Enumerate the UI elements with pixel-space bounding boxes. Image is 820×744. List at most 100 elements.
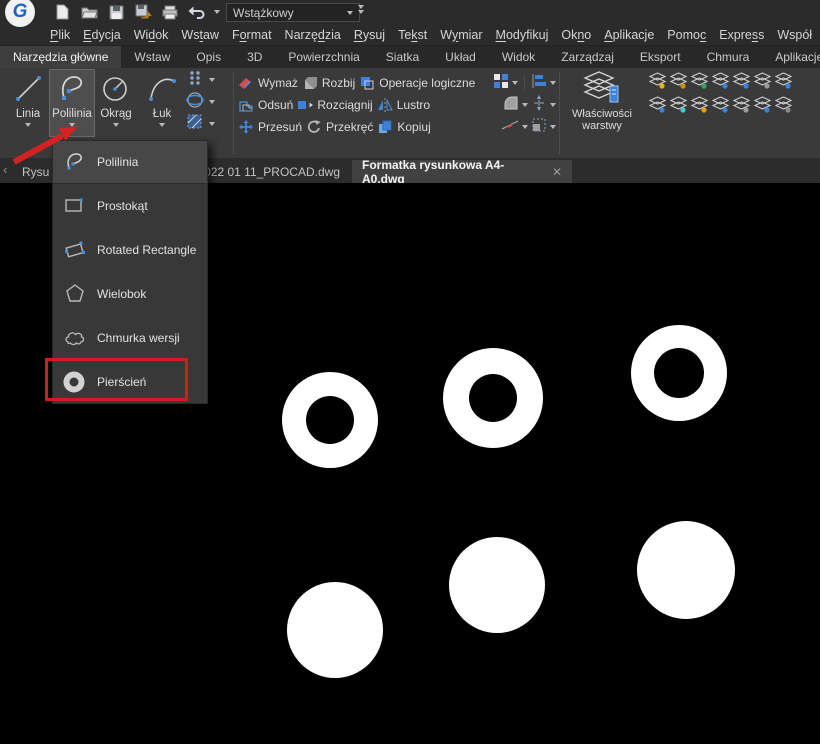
tab-scroll-left-icon[interactable]: ‹ [3, 162, 7, 177]
layer-tool-icon[interactable] [648, 71, 669, 95]
menu-plik[interactable]: Plik [50, 28, 70, 42]
ribbon-tab-narzędzia-główne[interactable]: Narzędzia główne [0, 46, 121, 68]
document-tab-active[interactable]: Formatka rysunkowa A4-A0.dwg ✕ [352, 160, 572, 183]
array-tool-icon[interactable] [493, 73, 509, 94]
open-file-icon[interactable] [79, 3, 99, 21]
circle-dropdown-icon[interactable] [113, 123, 119, 127]
menu-modyfikuj[interactable]: Modyfikuj [496, 28, 549, 42]
explode-button[interactable]: Rozbij [302, 75, 355, 91]
save-as-icon[interactable] [133, 3, 153, 21]
hatch-tool-dropdown-icon[interactable] [209, 122, 215, 126]
point-tool-icon[interactable] [186, 69, 204, 92]
toolbar-overflow-icon[interactable] [358, 5, 364, 14]
boolean-operations-button[interactable]: Operacje logiczne [359, 75, 475, 91]
ellipse-tool-icon[interactable] [186, 91, 204, 114]
circle-shape[interactable] [449, 537, 545, 633]
layer-tool-icon[interactable] [648, 95, 669, 119]
axis-dropdown-icon[interactable] [550, 103, 556, 107]
arc-dropdown-icon[interactable] [159, 123, 165, 127]
boolean-operations-icon [359, 75, 375, 91]
hatch-tool-icon[interactable] [186, 113, 204, 136]
mirror-button[interactable]: Lustro [377, 97, 430, 113]
break-dropdown-icon[interactable] [522, 125, 528, 129]
tab-close-icon[interactable]: ✕ [552, 165, 562, 179]
menu-express[interactable]: Express [719, 28, 764, 42]
new-file-icon[interactable] [52, 3, 72, 21]
ribbon-tab-aplikacje[interactable]: Aplikacje [762, 46, 820, 68]
copy-button[interactable]: Kopiuj [377, 119, 430, 135]
ribbon-tab-układ[interactable]: Układ [432, 46, 489, 68]
menu-item-polygon[interactable]: Wielobok [53, 272, 207, 316]
menu-item-revision-cloud[interactable]: Chmurka wersji [53, 316, 207, 360]
ribbon-tab-siatka[interactable]: Siatka [373, 46, 432, 68]
layer-properties-button[interactable]: Właściwości warstwy [562, 70, 642, 138]
line-dropdown-icon[interactable] [25, 123, 31, 127]
layer-tool-icon[interactable] [753, 71, 774, 95]
array-dropdown-icon[interactable] [512, 81, 518, 85]
align-tool-icon[interactable] [531, 73, 547, 94]
menu-widok[interactable]: Widok [134, 28, 169, 42]
ribbon-tab-chmura[interactable]: Chmura [694, 46, 763, 68]
stretch-button[interactable]: Rozciągnij [297, 97, 372, 113]
ribbon-tab-eksport[interactable]: Eksport [627, 46, 694, 68]
layer-tool-icon[interactable] [711, 71, 732, 95]
ribbon-tab-powierzchnia[interactable]: Powierzchnia [275, 46, 372, 68]
save-icon[interactable] [106, 3, 126, 21]
arc-button[interactable]: Łuk [140, 70, 184, 136]
layer-tool-icon[interactable] [669, 95, 690, 119]
ellipse-tool-dropdown-icon[interactable] [209, 100, 215, 104]
workspace-selector-value: Wstążkowy [233, 6, 294, 20]
rotate-button[interactable]: Przekręć [306, 119, 373, 135]
line-button[interactable]: Linia [6, 70, 50, 136]
menu-wymiar[interactable]: Wymiar [440, 28, 482, 42]
menu-wstaw[interactable]: Wstaw [181, 28, 219, 42]
layer-tool-icon[interactable] [732, 71, 753, 95]
layer-tool-icon[interactable] [774, 71, 795, 95]
ribbon-tab-zarządzaj[interactable]: Zarządzaj [548, 46, 627, 68]
circle-shape[interactable] [287, 582, 383, 678]
menu-item-rotated-rectangle[interactable]: Rotated Rectangle [53, 228, 207, 272]
menu-pomoc[interactable]: Pomoc [667, 28, 706, 42]
menu-edycja[interactable]: Edycja [83, 28, 121, 42]
layer-tool-icon[interactable] [669, 71, 690, 95]
workspace-selector[interactable]: Wstążkowy [226, 3, 360, 22]
fillet-dropdown-icon[interactable] [522, 103, 528, 107]
layer-tool-icon[interactable] [774, 95, 795, 119]
layer-tool-icon[interactable] [690, 71, 711, 95]
ribbon-tab-opis[interactable]: Opis [183, 46, 234, 68]
axis-tool-icon[interactable] [531, 95, 547, 116]
circle-shape[interactable] [637, 521, 735, 619]
point-tool-dropdown-icon[interactable] [209, 78, 215, 82]
erase-button[interactable]: Wymaż [238, 75, 298, 91]
menu-okno[interactable]: Okno [561, 28, 591, 42]
ribbon-tab-bar: Narzędzia główneWstawOpis3DPowierzchniaS… [0, 46, 820, 68]
menu-aplikacje[interactable]: Aplikacje [604, 28, 654, 42]
menu-współ[interactable]: Współ [777, 28, 812, 42]
layer-tool-icon[interactable] [753, 95, 774, 119]
polyline-button[interactable]: Polilinia [50, 70, 94, 136]
ribbon-tab-3d[interactable]: 3D [234, 46, 275, 68]
layer-tool-icon[interactable] [711, 95, 732, 119]
break-tool-icon[interactable] [501, 117, 519, 138]
print-icon[interactable] [160, 3, 180, 21]
layer-tool-icon[interactable] [690, 95, 711, 119]
move-button[interactable]: Przesuń [238, 119, 302, 135]
menu-tekst[interactable]: Tekst [398, 28, 427, 42]
align-dropdown-icon[interactable] [550, 81, 556, 85]
menu-rysuj[interactable]: Rysuj [354, 28, 385, 42]
menu-item-polyline[interactable]: Polilinia [53, 141, 207, 184]
polyline-dropdown-icon[interactable] [69, 123, 75, 127]
ribbon-tab-wstaw[interactable]: Wstaw [121, 46, 183, 68]
layer-tool-icon[interactable] [732, 95, 753, 119]
menu-format[interactable]: Format [232, 28, 272, 42]
undo-icon[interactable] [187, 3, 207, 21]
ribbon-tab-widok[interactable]: Widok [489, 46, 548, 68]
fillet-tool-icon[interactable] [503, 95, 519, 116]
undo-dropdown-icon[interactable] [214, 10, 220, 14]
scale-dropdown-icon[interactable] [550, 125, 556, 129]
menu-narzędzia[interactable]: Narzędzia [285, 28, 341, 42]
scale-tool-icon[interactable] [531, 117, 547, 138]
circle-button[interactable]: Okrąg [94, 70, 138, 136]
menu-item-rectangle[interactable]: Prostokąt [53, 184, 207, 228]
offset-button[interactable]: Odsuń [238, 97, 293, 113]
